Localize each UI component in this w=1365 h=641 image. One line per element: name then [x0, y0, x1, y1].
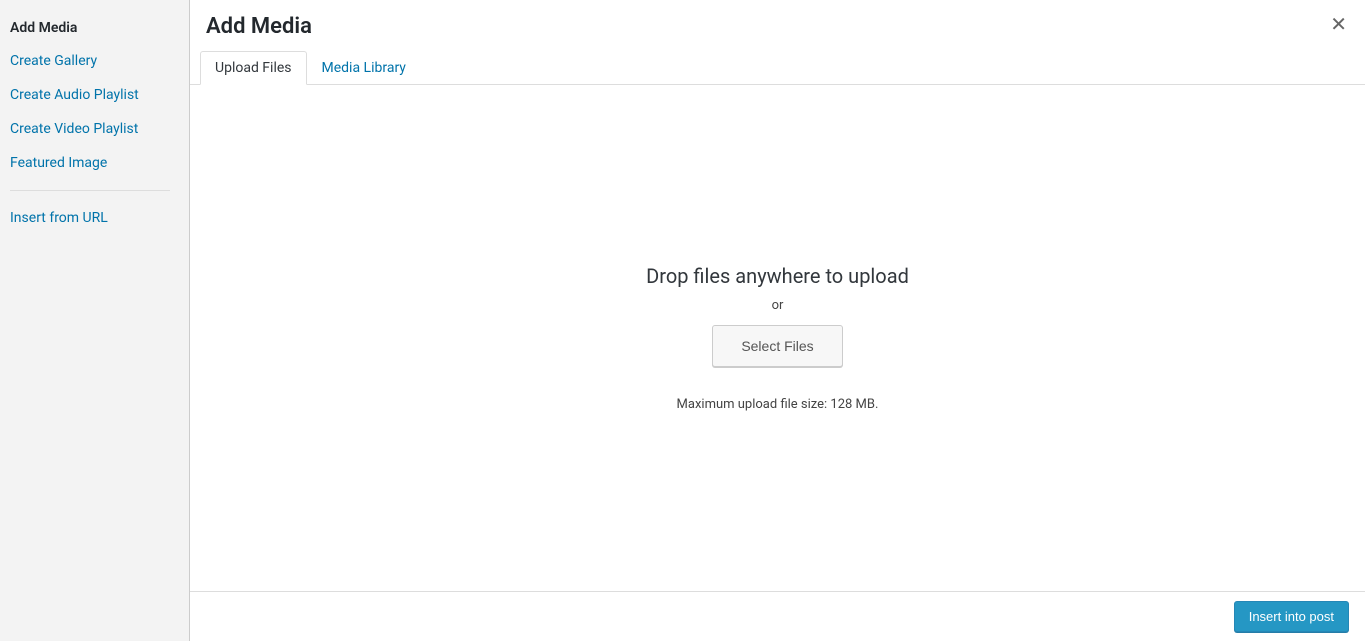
media-main: Add Media ✕ Upload Files Media Library D…: [190, 0, 1365, 641]
upload-dropzone[interactable]: Drop files anywhere to upload or Select …: [190, 85, 1365, 591]
tab-media-library[interactable]: Media Library: [307, 51, 421, 85]
media-sidebar: Add Media Create Gallery Create Audio Pl…: [0, 0, 190, 641]
drop-instructions: Drop files anywhere to upload: [646, 264, 909, 288]
media-modal: Add Media Create Gallery Create Audio Pl…: [0, 0, 1365, 641]
sidebar-item-insert-from-url[interactable]: Insert from URL: [10, 201, 179, 235]
max-upload-size: Maximum upload file size: 128 MB.: [677, 397, 879, 412]
sidebar-divider: [10, 190, 170, 191]
page-title: Add Media: [206, 14, 1349, 40]
or-label: or: [772, 298, 784, 313]
insert-into-post-button[interactable]: Insert into post: [1234, 601, 1349, 632]
close-icon[interactable]: ✕: [1326, 10, 1351, 38]
sidebar-item-add-media[interactable]: Add Media: [10, 16, 179, 44]
select-files-button[interactable]: Select Files: [712, 325, 842, 367]
tab-upload-files[interactable]: Upload Files: [200, 51, 307, 85]
media-header: Add Media ✕: [190, 0, 1365, 40]
sidebar-item-create-gallery[interactable]: Create Gallery: [10, 44, 179, 78]
media-footer: Insert into post: [190, 591, 1365, 641]
sidebar-item-create-audio-playlist[interactable]: Create Audio Playlist: [10, 78, 179, 112]
media-tabs: Upload Files Media Library: [190, 50, 1365, 85]
sidebar-item-create-video-playlist[interactable]: Create Video Playlist: [10, 112, 179, 146]
sidebar-item-featured-image[interactable]: Featured Image: [10, 146, 179, 180]
